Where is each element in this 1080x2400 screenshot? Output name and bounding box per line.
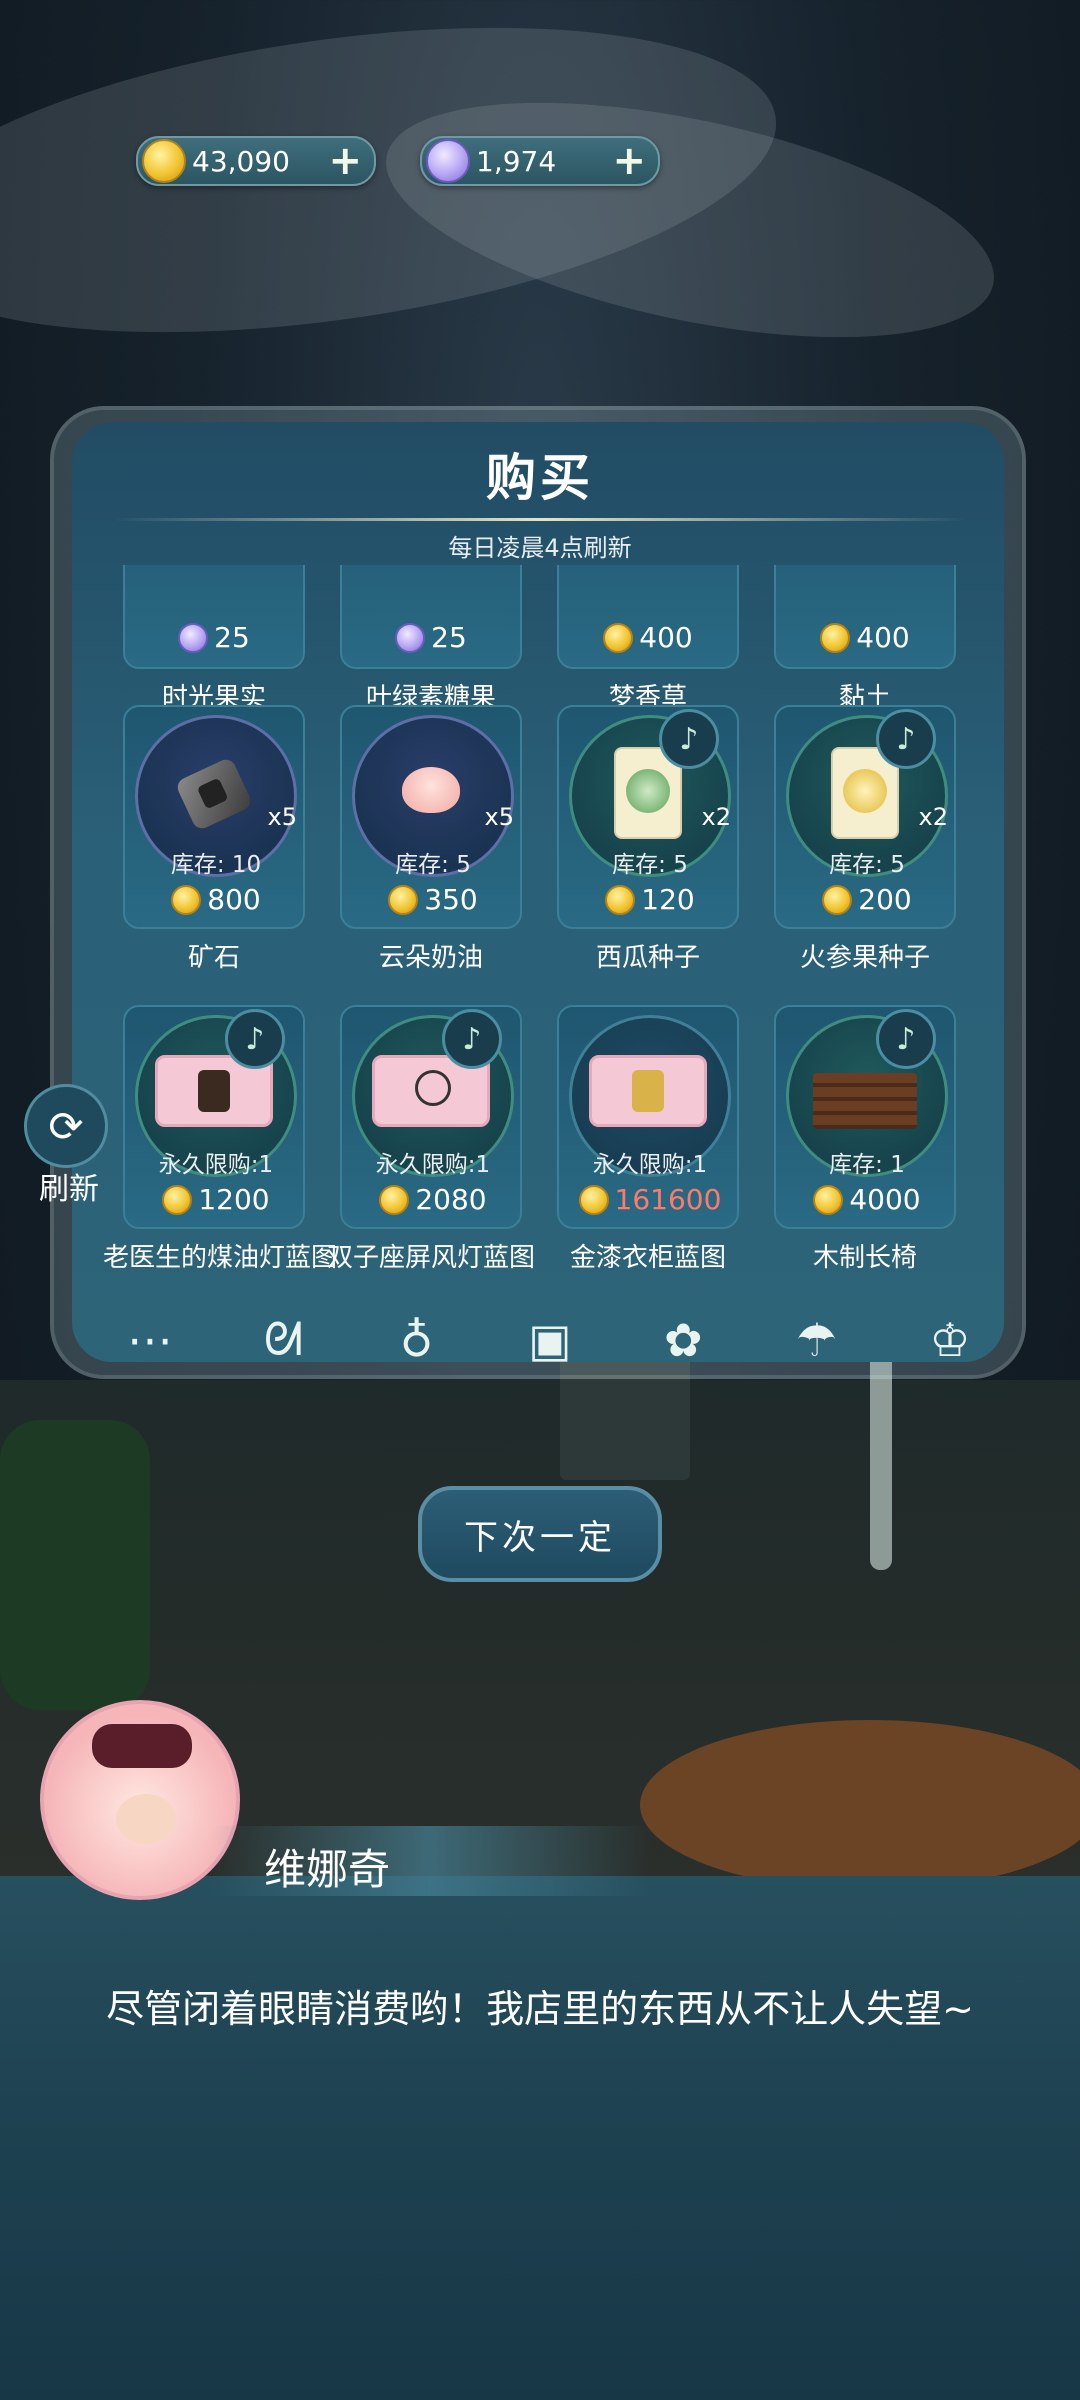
- item-price: 1200: [125, 1183, 303, 1216]
- music-note-icon: ♪: [225, 1009, 285, 1069]
- title-divider: [112, 518, 968, 521]
- item-price: 161600: [559, 1183, 737, 1216]
- add-moon-button[interactable]: +: [612, 141, 646, 181]
- shop-item-grid[interactable]: 25 时光果实 25 叶绿素糖果 400 梦香草 400 黏土 x5 库存: 1…: [90, 565, 990, 1275]
- item-name: 木制长椅: [812, 1243, 917, 1273]
- item-name: 金漆衣柜蓝图: [569, 1243, 726, 1273]
- refresh-label: 刷新: [39, 1172, 99, 1207]
- item-price: 25: [123, 621, 305, 654]
- item-stock: 库存: 5: [829, 852, 905, 878]
- cloud-cream-icon: [402, 767, 460, 813]
- category-bar: ⋯ ᘛ ♁ ▣ ✿ ☂ ♔: [110, 1300, 990, 1380]
- umbrella-icon[interactable]: ☂: [777, 1305, 857, 1375]
- item-stock: 库存: 5: [612, 852, 688, 878]
- refresh-icon: ⟳: [48, 1101, 84, 1151]
- gold-coin-icon: [813, 1184, 844, 1215]
- item-quantity: x5: [484, 803, 514, 831]
- item-price: 120: [559, 883, 737, 916]
- music-note-icon: ♪: [876, 1009, 936, 1069]
- item-price: 800: [125, 883, 303, 916]
- refresh-button[interactable]: ⟳: [24, 1084, 108, 1168]
- item-card: ♪ x2 库存: 5 200: [774, 705, 956, 929]
- item-price: 400: [557, 621, 739, 654]
- moon-amount: 1,974: [476, 144, 557, 178]
- moon-currency-counter: 1,974 +: [420, 136, 660, 186]
- blueprint-icon: [589, 1055, 707, 1127]
- gold-coin-icon: [388, 884, 419, 915]
- item-quantity: x2: [918, 803, 948, 831]
- item-stock: 库存: 1: [829, 1152, 905, 1178]
- moon-coin-icon: [426, 139, 470, 183]
- item-price: 2080: [342, 1183, 520, 1216]
- item-name: 西瓜种子: [595, 943, 700, 973]
- background-table: [640, 1720, 1080, 1890]
- music-note-icon: ♪: [876, 709, 936, 769]
- item-card: ♪ 永久限购:1 2080: [340, 1005, 522, 1229]
- add-gold-button[interactable]: +: [328, 141, 362, 181]
- item-stock: 库存: 10: [170, 852, 262, 878]
- moon-coin-icon: [178, 622, 209, 653]
- gold-coin-icon: [171, 884, 202, 915]
- item-card: ♪ 永久限购:1 1200: [123, 1005, 305, 1229]
- gold-coin-icon: [605, 884, 636, 915]
- shop-title: 购买: [486, 449, 594, 507]
- item-card: 永久限购:1 161600: [557, 1005, 739, 1229]
- item-quantity: x5: [267, 803, 297, 831]
- bow-decoration: [92, 1724, 192, 1768]
- item-card: x5 库存: 5 350: [340, 705, 522, 929]
- background-bush: [0, 1420, 150, 1710]
- shop-refresh-note: 每日凌晨4点刷新: [448, 534, 632, 562]
- item-card: ♪ 库存: 1 4000: [774, 1005, 956, 1229]
- dialog-text: 尽管闭着眼睛消费哟！我店里的东西从不让人失望~: [106, 1987, 974, 2031]
- gold-currency-counter: 43,090 +: [136, 136, 376, 186]
- gold-coin-icon: [379, 1184, 410, 1215]
- dialog-box[interactable]: [0, 1876, 1080, 2400]
- clothes-icon[interactable]: ♔: [910, 1305, 990, 1375]
- gold-amount: 43,090: [192, 144, 290, 178]
- item-quantity: x2: [701, 803, 731, 831]
- item-name: 双子座屏风灯蓝图: [326, 1243, 535, 1273]
- item-price: 400: [774, 621, 956, 654]
- gold-coin-icon: [820, 622, 851, 653]
- gold-coin-icon: [578, 1184, 609, 1215]
- moon-coin-icon: [395, 622, 426, 653]
- flower-icon[interactable]: ✿: [643, 1305, 723, 1375]
- item-price: 200: [776, 883, 954, 916]
- wooden-bench-icon: [813, 1073, 917, 1129]
- item-card: x5 库存: 10 800: [123, 705, 305, 929]
- box-icon[interactable]: ▣: [510, 1305, 590, 1375]
- music-note-icon: ♪: [442, 1009, 502, 1069]
- item-name: 老医生的煤油灯蓝图: [103, 1243, 338, 1273]
- npc-face: [116, 1794, 176, 1844]
- gold-coin-icon: [822, 884, 853, 915]
- gold-coin-icon: [142, 139, 186, 183]
- next-time-button[interactable]: 下次一定: [418, 1486, 662, 1582]
- item-stock: 永久限购:1: [375, 1152, 491, 1178]
- bag-icon[interactable]: ♁: [377, 1305, 457, 1375]
- item-price: 25: [340, 621, 522, 654]
- item-name: 矿石: [187, 943, 240, 973]
- cat-face-icon[interactable]: ᘛ: [243, 1305, 323, 1375]
- item-card: ♪ x2 库存: 5 120: [557, 705, 739, 929]
- item-stock: 永久限购:1: [592, 1152, 708, 1178]
- item-stock: 库存: 5: [395, 852, 471, 878]
- item-name: 云朵奶油: [378, 943, 483, 973]
- item-price: 4000: [776, 1183, 954, 1216]
- more-icon[interactable]: ⋯: [110, 1305, 190, 1375]
- speaker-name: 维娜奇: [264, 1845, 391, 1894]
- item-price: 350: [342, 883, 520, 916]
- item-stock: 永久限购:1: [158, 1152, 274, 1178]
- gold-coin-icon: [603, 622, 634, 653]
- background-post: [870, 1350, 892, 1570]
- music-note-icon: ♪: [659, 709, 719, 769]
- item-name: 火参果种子: [799, 943, 930, 973]
- gold-coin-icon: [162, 1184, 193, 1215]
